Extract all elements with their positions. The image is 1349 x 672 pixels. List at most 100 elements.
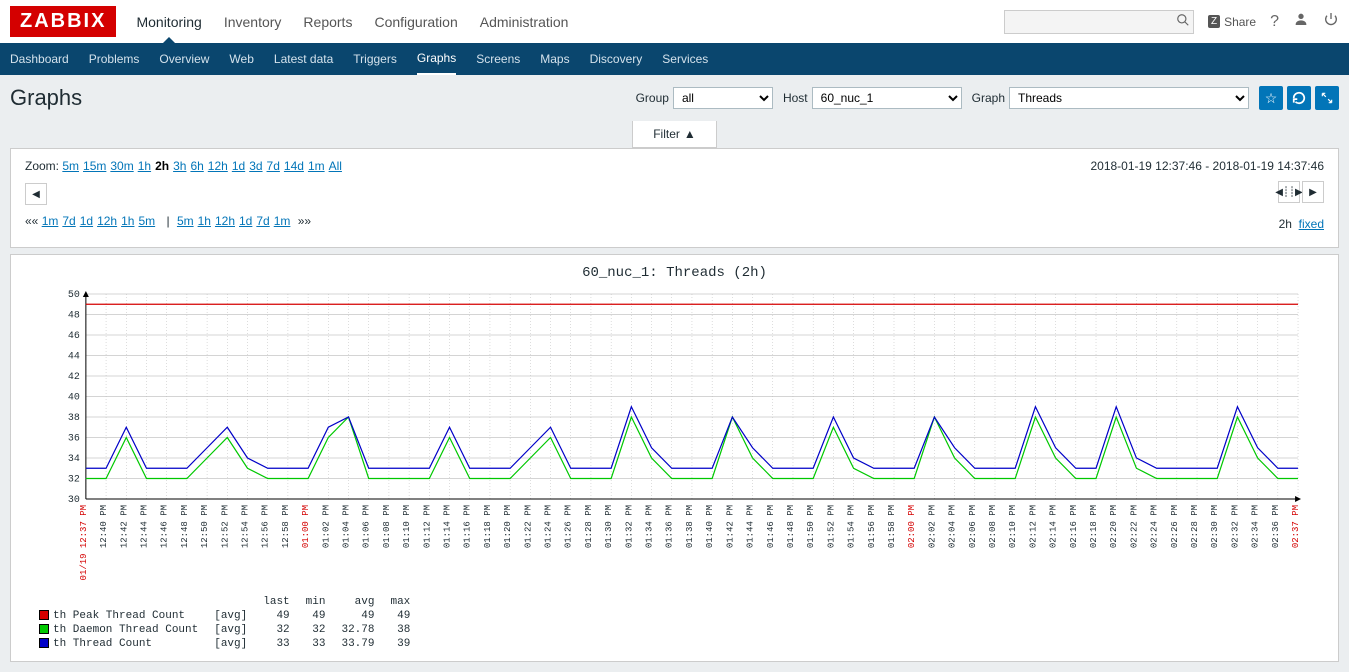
zoom-1h[interactable]: 1h bbox=[138, 159, 151, 173]
svg-text:12:44 PM: 12:44 PM bbox=[139, 505, 149, 548]
nav-dots-button[interactable]: ◀┊┊▶ bbox=[1278, 181, 1300, 203]
main-nav-reports[interactable]: Reports bbox=[303, 2, 352, 42]
svg-text:36: 36 bbox=[68, 432, 80, 443]
filter-toggle[interactable]: Filter ▲ bbox=[632, 121, 717, 148]
zoom-14d[interactable]: 14d bbox=[284, 159, 304, 173]
fwd-1h[interactable]: 1h bbox=[198, 214, 211, 228]
svg-text:01:14 PM: 01:14 PM bbox=[443, 505, 453, 548]
back-5m[interactable]: 5m bbox=[138, 214, 155, 228]
subnav-screens[interactable]: Screens bbox=[476, 44, 520, 74]
zoom-row: Zoom: 5m15m30m1h2h3h6h12h1d3d7d14d1mAll bbox=[25, 159, 346, 173]
fixed-row: 2h fixed bbox=[1279, 217, 1324, 231]
fixed-link[interactable]: fixed bbox=[1299, 217, 1324, 231]
host-select[interactable]: 60_nuc_1 bbox=[812, 87, 962, 109]
svg-text:44: 44 bbox=[68, 350, 80, 361]
back-1h[interactable]: 1h bbox=[121, 214, 134, 228]
zoom-1m[interactable]: 1m bbox=[308, 159, 325, 173]
zoom-6h[interactable]: 6h bbox=[190, 159, 203, 173]
favorite-button[interactable]: ☆ bbox=[1259, 86, 1283, 110]
share-button[interactable]: Z Share bbox=[1208, 15, 1256, 29]
svg-text:01:26 PM: 01:26 PM bbox=[564, 505, 574, 548]
next-button[interactable]: ▶ bbox=[1302, 181, 1324, 203]
z-icon: Z bbox=[1208, 15, 1220, 28]
fwd-12h[interactable]: 12h bbox=[215, 214, 235, 228]
refresh-button[interactable] bbox=[1287, 86, 1311, 110]
subnav-latest-data[interactable]: Latest data bbox=[274, 44, 333, 74]
back-1d[interactable]: 1d bbox=[80, 214, 93, 228]
svg-text:30: 30 bbox=[68, 494, 80, 505]
back-7d[interactable]: 7d bbox=[62, 214, 75, 228]
zoom-3h[interactable]: 3h bbox=[173, 159, 186, 173]
main-nav-configuration[interactable]: Configuration bbox=[374, 2, 457, 42]
svg-text:01:06 PM: 01:06 PM bbox=[362, 505, 372, 548]
filter-bar: Filter ▲ bbox=[10, 121, 1339, 148]
main-nav-administration[interactable]: Administration bbox=[480, 2, 569, 42]
fwd-1m[interactable]: 1m bbox=[274, 214, 291, 228]
zoom-1d[interactable]: 1d bbox=[232, 159, 245, 173]
zoom-7d[interactable]: 7d bbox=[267, 159, 280, 173]
power-icon[interactable] bbox=[1323, 11, 1339, 32]
subnav-problems[interactable]: Problems bbox=[89, 44, 140, 74]
time-panel: Zoom: 5m15m30m1h2h3h6h12h1d3d7d14d1mAll … bbox=[10, 148, 1339, 248]
subnav-dashboard[interactable]: Dashboard bbox=[10, 44, 69, 74]
svg-text:12:54 PM: 12:54 PM bbox=[241, 505, 251, 548]
fwd-5m[interactable]: 5m bbox=[177, 214, 194, 228]
back-1m[interactable]: 1m bbox=[42, 214, 59, 228]
svg-text:01:40 PM: 01:40 PM bbox=[705, 505, 715, 548]
back-12h[interactable]: 12h bbox=[97, 214, 117, 228]
svg-text:02:24 PM: 02:24 PM bbox=[1150, 505, 1160, 548]
svg-text:01:58 PM: 01:58 PM bbox=[887, 505, 897, 548]
user-icon[interactable] bbox=[1293, 11, 1309, 32]
zoom-30m[interactable]: 30m bbox=[110, 159, 133, 173]
fwd-7d[interactable]: 7d bbox=[256, 214, 269, 228]
svg-text:02:12 PM: 02:12 PM bbox=[1028, 505, 1038, 548]
graph-filter: Graph Threads bbox=[972, 87, 1249, 109]
prev-button[interactable]: ◀ bbox=[25, 183, 47, 205]
group-select[interactable]: all bbox=[673, 87, 773, 109]
subnav-services[interactable]: Services bbox=[662, 44, 708, 74]
svg-text:02:37 PM: 02:37 PM bbox=[1291, 505, 1301, 548]
svg-text:01:52 PM: 01:52 PM bbox=[826, 505, 836, 548]
main-nav-inventory[interactable]: Inventory bbox=[224, 2, 282, 42]
search-icon[interactable] bbox=[1173, 13, 1193, 30]
zoom-All[interactable]: All bbox=[329, 159, 342, 173]
subnav-discovery[interactable]: Discovery bbox=[590, 44, 643, 74]
svg-text:01:28 PM: 01:28 PM bbox=[584, 505, 594, 548]
search-input[interactable] bbox=[1005, 15, 1173, 29]
search-box[interactable] bbox=[1004, 10, 1194, 34]
zoom-3d[interactable]: 3d bbox=[249, 159, 262, 173]
logo[interactable]: ZABBIX bbox=[10, 6, 116, 37]
host-label: Host bbox=[783, 91, 808, 105]
subnav-triggers[interactable]: Triggers bbox=[353, 44, 397, 74]
svg-text:01:16 PM: 01:16 PM bbox=[463, 505, 473, 548]
svg-text:12:50 PM: 12:50 PM bbox=[200, 505, 210, 548]
svg-text:46: 46 bbox=[68, 330, 80, 341]
svg-text:02:06 PM: 02:06 PM bbox=[968, 505, 978, 548]
header-right: Z Share ? bbox=[1004, 10, 1339, 34]
svg-text:01:02 PM: 01:02 PM bbox=[321, 505, 331, 548]
svg-text:01:20 PM: 01:20 PM bbox=[503, 505, 513, 548]
zoom-2h[interactable]: 2h bbox=[155, 159, 169, 173]
fwd-1d[interactable]: 1d bbox=[239, 214, 252, 228]
subnav-graphs[interactable]: Graphs bbox=[417, 43, 456, 75]
svg-text:12:58 PM: 12:58 PM bbox=[281, 505, 291, 548]
legend-row: th Thread Count [avg] 33 33 33.79 39 bbox=[31, 637, 418, 651]
zoom-12h[interactable]: 12h bbox=[208, 159, 228, 173]
shift-row: «« 1m7d1d12h1h5m | 5m1h12h1d7d1m »» bbox=[25, 214, 311, 228]
svg-text:38: 38 bbox=[68, 412, 80, 423]
subnav-overview[interactable]: Overview bbox=[159, 44, 209, 74]
main-nav-monitoring[interactable]: Monitoring bbox=[136, 2, 201, 42]
svg-text:02:14 PM: 02:14 PM bbox=[1049, 505, 1059, 548]
subnav-maps[interactable]: Maps bbox=[540, 44, 569, 74]
svg-text:02:26 PM: 02:26 PM bbox=[1170, 505, 1180, 548]
zoom-5m[interactable]: 5m bbox=[62, 159, 79, 173]
fullscreen-button[interactable] bbox=[1315, 86, 1339, 110]
graph-select[interactable]: Threads bbox=[1009, 87, 1249, 109]
svg-text:02:30 PM: 02:30 PM bbox=[1210, 505, 1220, 548]
help-icon[interactable]: ? bbox=[1270, 13, 1279, 31]
svg-text:02:16 PM: 02:16 PM bbox=[1069, 505, 1079, 548]
zoom-15m[interactable]: 15m bbox=[83, 159, 106, 173]
sub-nav: Dashboard Problems Overview Web Latest data T… bbox=[0, 43, 1349, 75]
subnav-web[interactable]: Web bbox=[229, 44, 253, 74]
svg-text:50: 50 bbox=[68, 289, 80, 300]
